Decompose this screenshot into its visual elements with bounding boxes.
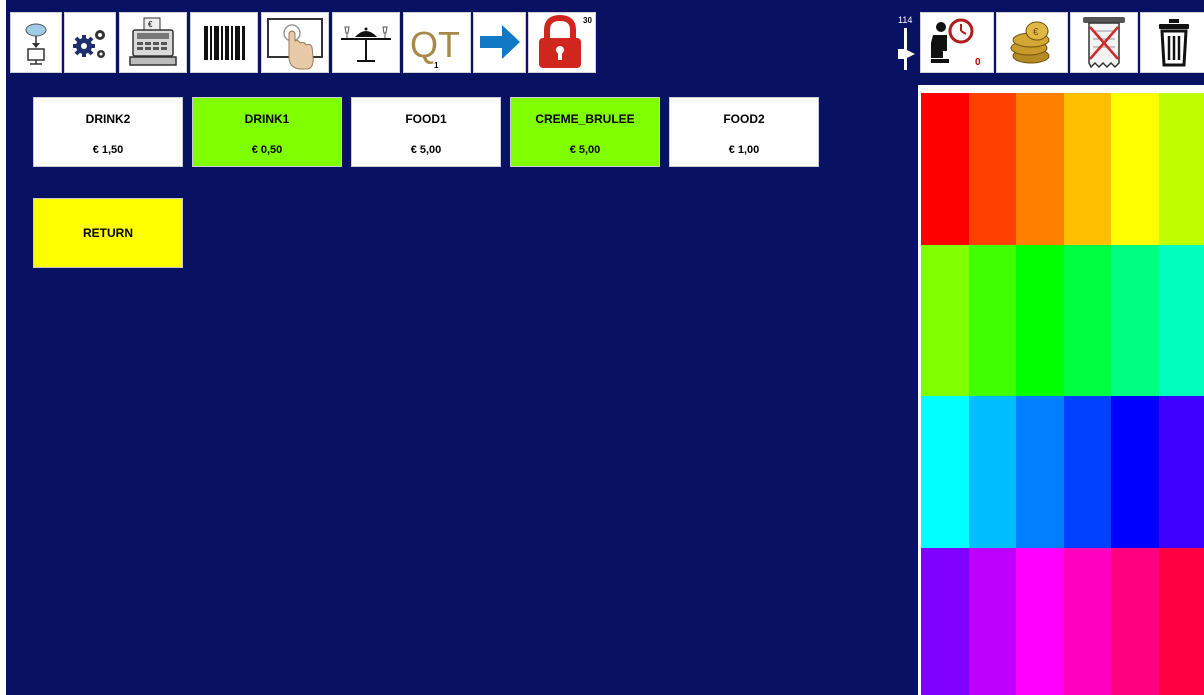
- cloud-download-icon: [25, 23, 47, 65]
- color-palette-grid: [921, 93, 1204, 695]
- barcode-button[interactable]: [190, 12, 258, 73]
- color-swatch[interactable]: [1159, 245, 1204, 396]
- color-swatch[interactable]: [1016, 93, 1064, 245]
- trash-button[interactable]: [1140, 12, 1204, 73]
- color-swatch[interactable]: [1016, 245, 1064, 396]
- lock-button[interactable]: 30: [528, 12, 596, 73]
- item-button-drink1[interactable]: DRINK1 € 0,50: [192, 97, 342, 167]
- color-swatch[interactable]: [921, 93, 969, 245]
- color-swatch[interactable]: [1111, 245, 1159, 396]
- item-name: DRINK2: [85, 112, 131, 126]
- touch-screen-button[interactable]: [261, 12, 329, 73]
- color-swatch[interactable]: [1064, 245, 1111, 396]
- color-swatch[interactable]: [969, 245, 1016, 396]
- arrow-right-icon: [480, 25, 520, 59]
- barcode-icon: [204, 26, 245, 60]
- item-button-food1[interactable]: FOOD1 € 5,00: [351, 97, 501, 167]
- void-receipt-icon: [1083, 17, 1125, 69]
- color-swatch[interactable]: [1111, 548, 1159, 695]
- color-swatch[interactable]: [1016, 548, 1064, 695]
- color-swatch[interactable]: [1016, 396, 1064, 548]
- item-button-drink2[interactable]: DRINK2 € 1,50: [33, 97, 183, 167]
- item-price: € 0,50: [251, 144, 283, 156]
- item-name: FOOD2: [723, 112, 765, 126]
- color-swatch[interactable]: [1064, 396, 1111, 548]
- color-swatch[interactable]: [1159, 396, 1204, 548]
- quantity-button[interactable]: QT 1: [403, 12, 471, 73]
- cash-register-icon: €: [129, 17, 177, 66]
- coins-icon: €: [1010, 21, 1050, 64]
- trash-icon: [1159, 19, 1189, 67]
- qt-icon-label: QT: [410, 24, 460, 65]
- touch-screen-icon: [267, 18, 323, 70]
- waiter-button[interactable]: 0: [920, 12, 994, 73]
- color-swatch[interactable]: [1159, 548, 1204, 695]
- lock-badge: 30: [583, 16, 592, 25]
- color-swatch[interactable]: [969, 93, 1016, 245]
- color-swatch[interactable]: [1159, 93, 1204, 245]
- item-price: € 5,00: [410, 144, 442, 156]
- settings-button[interactable]: [64, 12, 116, 73]
- svg-text:€: €: [1033, 27, 1039, 38]
- color-swatch[interactable]: [1111, 396, 1159, 548]
- item-price: € 5,00: [569, 144, 601, 156]
- cloud-sync-button[interactable]: [10, 12, 62, 73]
- slider-knob-tip[interactable]: [905, 49, 915, 59]
- table-service-icon: [341, 26, 391, 62]
- color-swatch[interactable]: [969, 396, 1016, 548]
- return-button[interactable]: RETURN: [33, 198, 183, 268]
- quantity-badge: 1: [434, 61, 439, 70]
- color-swatch[interactable]: [1111, 93, 1159, 245]
- void-receipt-button[interactable]: [1070, 12, 1138, 73]
- color-swatch[interactable]: [921, 548, 969, 695]
- cash-register-button[interactable]: €: [119, 12, 187, 73]
- next-button[interactable]: [473, 12, 526, 73]
- color-swatch[interactable]: [1064, 93, 1111, 245]
- item-name: DRINK1: [244, 112, 290, 126]
- color-palette: [918, 85, 1204, 695]
- color-swatch[interactable]: [1064, 548, 1111, 695]
- item-price: € 1,50: [92, 144, 124, 156]
- item-button-food2[interactable]: FOOD2 € 1,00: [669, 97, 819, 167]
- item-name: CREME_BRULEE: [535, 112, 635, 126]
- coins-button[interactable]: €: [996, 12, 1068, 73]
- item-price: € 1,00: [728, 144, 760, 156]
- item-button-creme-brulee[interactable]: CREME_BRULEE € 5,00: [510, 97, 660, 167]
- slider-knob[interactable]: [898, 49, 905, 59]
- gears-icon: [73, 30, 105, 58]
- table-service-button[interactable]: [332, 12, 400, 73]
- pos-screen: € QT 1 30 114 0 € DRINK2 € 1,50 DRINK1 €…: [6, 0, 1204, 695]
- item-name: FOOD1: [405, 112, 447, 126]
- color-swatch[interactable]: [921, 396, 969, 548]
- slider-value: 114: [898, 15, 913, 25]
- svg-text:€: €: [148, 20, 153, 29]
- waiter-clock-icon: [931, 18, 974, 63]
- color-swatch[interactable]: [969, 548, 1016, 695]
- waiter-badge: 0: [975, 57, 981, 68]
- color-swatch[interactable]: [921, 245, 969, 396]
